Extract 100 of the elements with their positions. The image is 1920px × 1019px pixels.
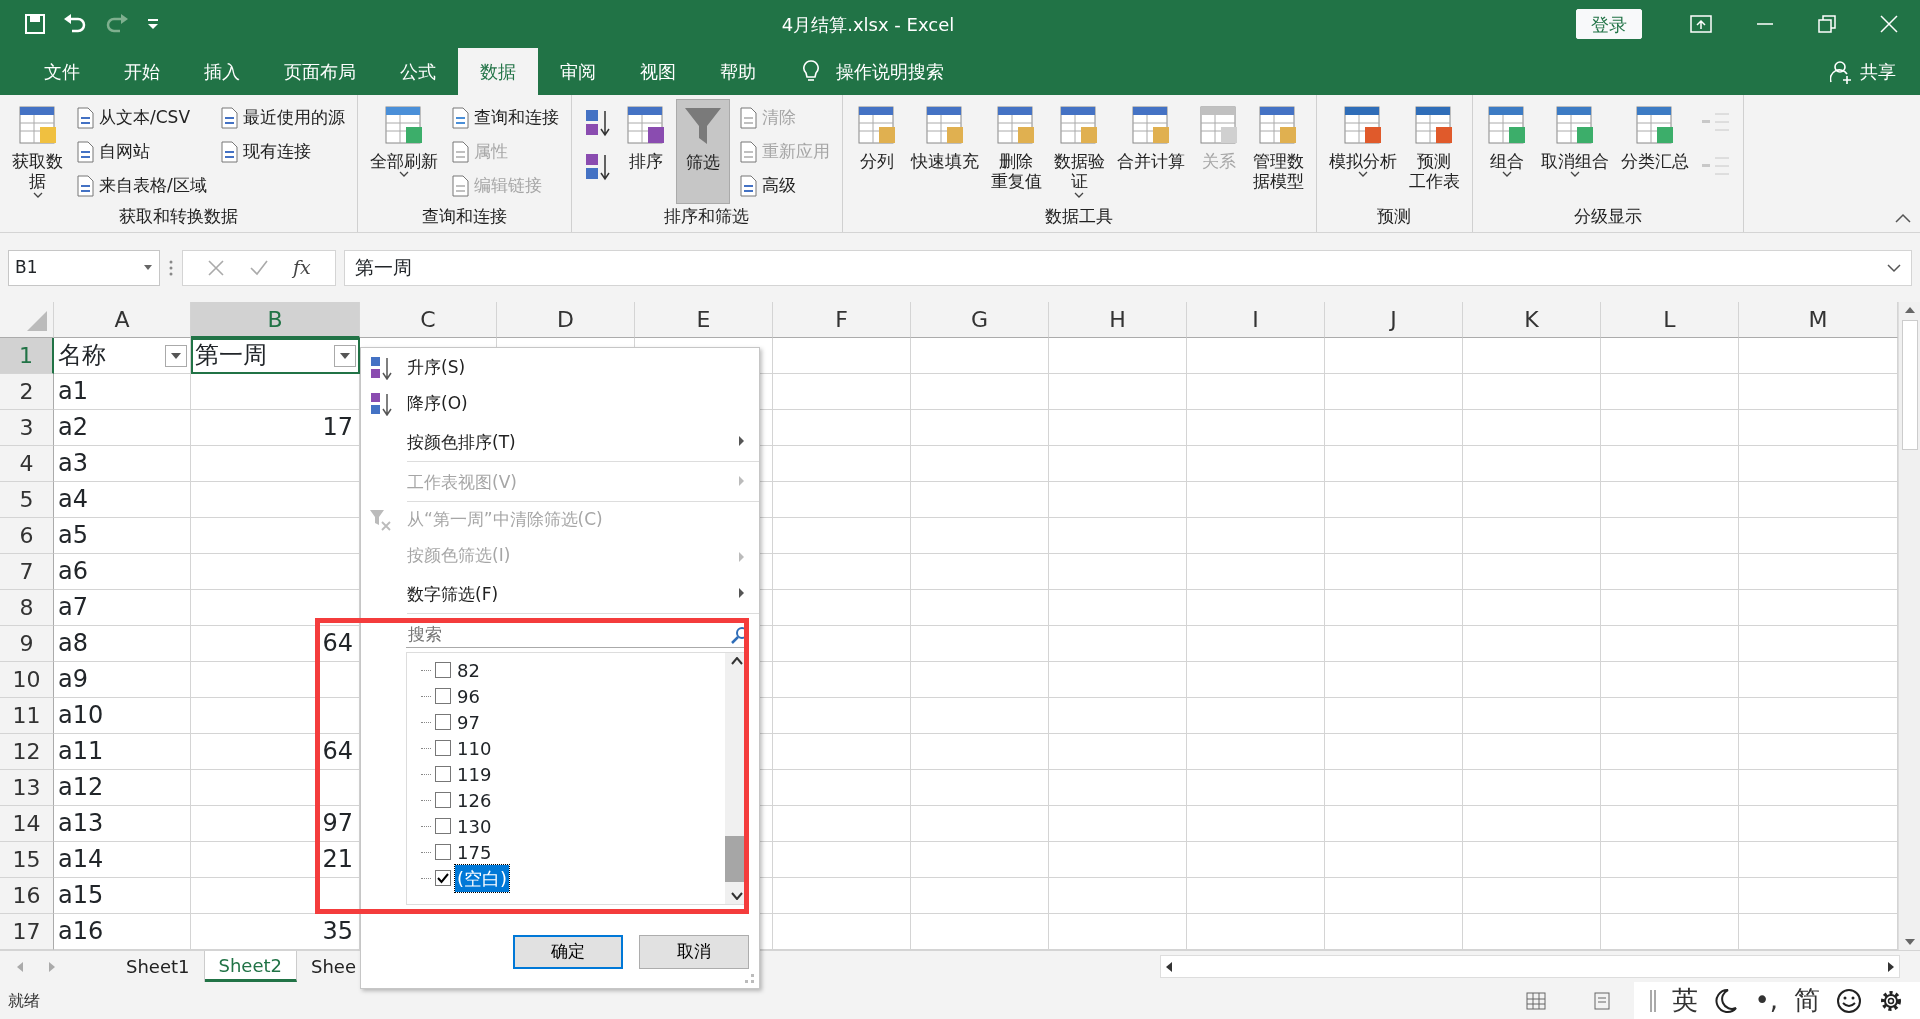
column-header[interactable]: C	[360, 302, 497, 338]
horizontal-scrollbar[interactable]	[1160, 955, 1900, 978]
row-header[interactable]: 3	[0, 410, 54, 446]
collapse-ribbon-icon[interactable]	[1894, 212, 1912, 224]
menu-item[interactable]: 升序(S)	[361, 350, 759, 386]
vertical-scrollbar[interactable]	[1898, 302, 1920, 950]
ribbon-button[interactable]: 数据验 证	[1049, 99, 1109, 204]
ribbon-tab[interactable]: 文件	[22, 48, 102, 95]
ribbon-tab[interactable]: 审阅	[538, 48, 618, 95]
ribbon-button[interactable]: 自网站	[71, 135, 211, 169]
list-item[interactable]: 96	[455, 682, 482, 710]
filter-dropdown-button[interactable]	[334, 345, 356, 367]
ribbon-button[interactable]: 删除 重复值	[986, 99, 1046, 204]
column-header[interactable]: B	[191, 302, 360, 338]
cancel-icon[interactable]	[207, 258, 225, 277]
checkbox[interactable]	[435, 844, 451, 860]
ribbon-button[interactable]: 从文本/CSV	[71, 101, 211, 135]
checkbox[interactable]	[435, 662, 451, 678]
ribbon-button[interactable]: 现有连接	[214, 135, 349, 169]
formula-input[interactable]: 第一周	[354, 253, 412, 282]
punctuation-toggle[interactable]: •,	[1754, 981, 1778, 1019]
scroll-thumb[interactable]	[1901, 320, 1918, 450]
scroll-down-icon[interactable]	[730, 892, 743, 900]
row-header[interactable]: 2	[0, 374, 54, 410]
list-item[interactable]: 175	[455, 838, 494, 866]
language-toggle[interactable]: 英	[1672, 981, 1699, 1019]
ribbon-button[interactable]: 合并计算	[1112, 99, 1189, 204]
row-header[interactable]: 4	[0, 446, 54, 482]
scroll-down-icon[interactable]	[1903, 938, 1916, 946]
column-header[interactable]: H	[1049, 302, 1187, 338]
expand-icon[interactable]	[1887, 262, 1901, 273]
checkbox[interactable]	[435, 740, 451, 756]
row-header[interactable]: 14	[0, 806, 54, 842]
resize-grip-icon[interactable]	[745, 974, 755, 984]
checkbox[interactable]	[435, 688, 451, 704]
column-header[interactable]: E	[635, 302, 773, 338]
name-box[interactable]: B1	[8, 249, 160, 286]
ribbon-button[interactable]: 全部刷新	[365, 99, 442, 204]
row-header[interactable]: 15	[0, 842, 54, 878]
column-header[interactable]: J	[1325, 302, 1463, 338]
toolbar-grip-icon[interactable]	[1650, 987, 1657, 1014]
list-item[interactable]: 82	[455, 656, 482, 684]
ribbon-button[interactable]: 查询和连接	[445, 101, 563, 135]
undo-icon[interactable]	[62, 13, 88, 35]
tell-me-search[interactable]: 操作说明搜索	[836, 58, 944, 85]
restore-icon[interactable]	[1818, 15, 1836, 33]
ribbon-tab[interactable]: 开始	[102, 48, 182, 95]
list-item[interactable]: 119	[455, 760, 494, 788]
save-icon[interactable]	[24, 13, 46, 35]
column-header[interactable]: L	[1601, 302, 1739, 338]
row-header[interactable]: 16	[0, 878, 54, 914]
sort-ascending-icon[interactable]	[583, 108, 612, 138]
list-item[interactable]: 126	[455, 786, 494, 814]
normal-view-icon[interactable]	[1526, 991, 1547, 1010]
column-header[interactable]: K	[1463, 302, 1601, 338]
column-header[interactable]: G	[911, 302, 1049, 338]
ribbon-button[interactable]: 管理数 据模型	[1248, 99, 1308, 204]
ribbon-button[interactable]: 来自表格/区域	[71, 169, 211, 203]
dialog-button[interactable]: 取消	[639, 935, 749, 969]
sort-descending-icon[interactable]	[583, 152, 612, 182]
ribbon-display-icon[interactable]	[1690, 15, 1712, 33]
customize-icon[interactable]	[146, 17, 160, 31]
row-header[interactable]: 8	[0, 590, 54, 626]
row-header[interactable]: 6	[0, 518, 54, 554]
checkbox[interactable]	[435, 792, 451, 808]
ribbon-button[interactable]: 预测 工作表	[1404, 99, 1464, 204]
ribbon-tab[interactable]: 公式	[378, 48, 458, 95]
ribbon-button[interactable]: 高级	[733, 169, 834, 203]
person-icon[interactable]	[1830, 59, 1852, 84]
ribbon-button[interactable]: 分列	[850, 99, 903, 204]
ribbon-button[interactable]: 分类汇总	[1616, 99, 1693, 204]
scroll-up-icon[interactable]	[1903, 306, 1916, 314]
ribbon-tab[interactable]: 视图	[618, 48, 698, 95]
sheet-tab[interactable]: Sheet2	[204, 951, 297, 982]
ribbon-button[interactable]: 模拟分析	[1324, 99, 1401, 204]
filter-dropdown-button[interactable]	[165, 345, 187, 367]
row-header[interactable]: 5	[0, 482, 54, 518]
list-item[interactable]: 130	[455, 812, 494, 840]
ribbon-button[interactable]: 取消组合	[1536, 99, 1613, 204]
moon-icon[interactable]	[1714, 987, 1739, 1014]
ribbon-tab[interactable]: 帮助	[698, 48, 778, 95]
checkbox[interactable]	[435, 818, 451, 834]
list-item[interactable]: 97	[455, 708, 482, 736]
scroll-left-icon[interactable]	[1165, 960, 1173, 973]
row-header[interactable]: 17	[0, 914, 54, 950]
scroll-up-icon[interactable]	[730, 657, 743, 665]
ribbon-tab[interactable]: 插入	[182, 48, 262, 95]
script-toggle[interactable]: 简	[1794, 981, 1820, 1019]
enter-icon[interactable]	[249, 258, 269, 277]
ribbon-tab[interactable]: 页面布局	[262, 48, 378, 95]
close-icon[interactable]	[1880, 15, 1898, 33]
redo-icon[interactable]	[104, 13, 130, 35]
menu-item[interactable]: 降序(O)	[361, 386, 759, 422]
ribbon-button[interactable]: 最近使用的源	[214, 101, 349, 135]
smiley-icon[interactable]	[1836, 987, 1862, 1014]
login-button[interactable]: 登录	[1576, 9, 1642, 39]
row-header[interactable]: 12	[0, 734, 54, 770]
ribbon-tab[interactable]: 数据	[458, 48, 538, 95]
checkbox[interactable]	[435, 714, 451, 730]
row-header[interactable]: 9	[0, 626, 54, 662]
